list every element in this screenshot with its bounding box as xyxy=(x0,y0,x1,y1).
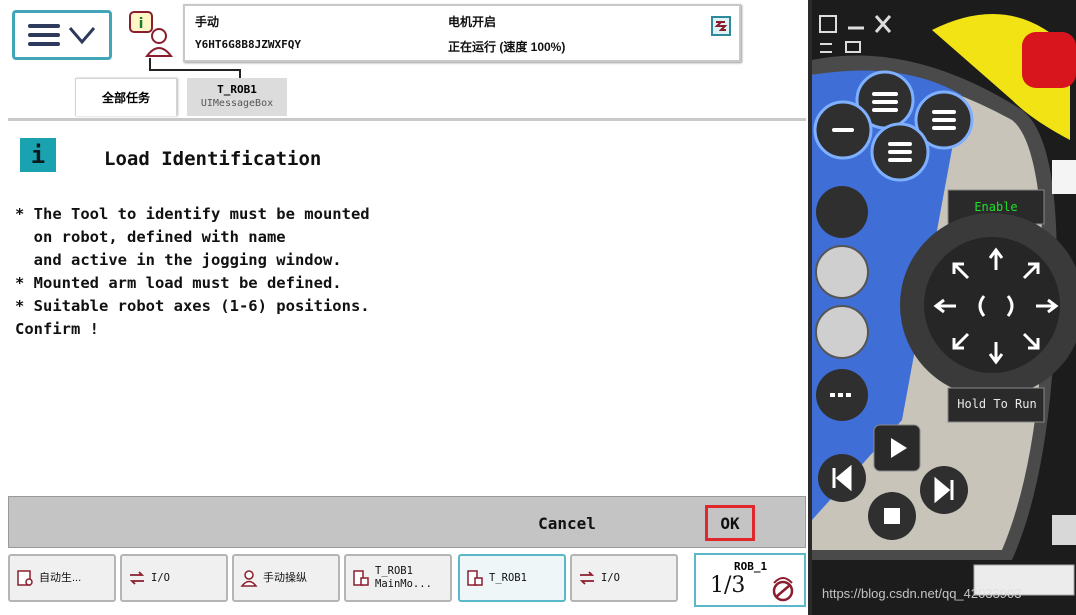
tab-t-rob1[interactable]: T_ROB1 UIMessageBox xyxy=(187,78,287,116)
message-title: Load Identification xyxy=(104,148,322,170)
emergency-stop-button[interactable] xyxy=(1022,32,1076,88)
taskbar-item-label: T_ROB1 MainMo... xyxy=(375,565,432,590)
taskbar-item-label: T_ROB1 xyxy=(489,571,527,584)
quickset-robot-button[interactable]: ROB_1 1/3 xyxy=(694,553,806,607)
stop-icon xyxy=(884,508,900,524)
taskbar-item-label: 手动操纵 xyxy=(263,571,307,584)
taskbar-item-label: 自动生... xyxy=(39,571,82,584)
menu-icon xyxy=(28,24,60,46)
program-editor-icon xyxy=(353,570,369,586)
controller-name: Y6HT6G8B8JZWXFQY xyxy=(195,38,301,51)
message-line: * Mounted arm load must be defined. xyxy=(15,274,342,292)
main-menu-button[interactable] xyxy=(12,10,112,60)
taskbar-item-auto-production[interactable]: 自动生... xyxy=(8,554,116,602)
taskbar-item-io[interactable]: I/O xyxy=(120,554,228,602)
jogging-icon xyxy=(240,570,258,587)
enable-label: Enable xyxy=(974,200,1018,214)
jog-lock-icon xyxy=(772,577,794,602)
message-line: on robot, defined with name xyxy=(15,228,286,246)
mechanical-unit-button[interactable] xyxy=(816,186,868,238)
program-editor-icon xyxy=(467,570,483,586)
tab-task-module: UIMessageBox xyxy=(200,98,274,109)
message-line: Confirm ! xyxy=(15,320,99,338)
message-box: i Load Identification * The Tool to iden… xyxy=(8,118,806,496)
taskbar-item-io-2[interactable]: I/O xyxy=(570,554,678,602)
close-screen-icon[interactable] xyxy=(711,16,731,36)
ok-button[interactable]: OK xyxy=(705,505,755,541)
message-line: and active in the jogging window. xyxy=(15,251,342,269)
axis-toggle-button[interactable] xyxy=(815,305,869,359)
tab-all-tasks[interactable]: 全部任务 xyxy=(75,78,177,116)
message-line: * The Tool to identify must be mounted xyxy=(15,205,370,223)
io-icon xyxy=(129,571,145,585)
taskbar-item-jogging[interactable]: 手动操纵 xyxy=(232,554,340,602)
message-line: * Suitable robot axes (1-6) positions. xyxy=(15,297,370,315)
flexpendant-screen: i 手动 Y6HT6G8B8JZWXFQY 电机开启 正在运行 (速度 100%… xyxy=(0,0,812,615)
event-log-icon[interactable]: i xyxy=(128,10,174,60)
task-tabs: 全部任务 T_ROB1 UIMessageBox xyxy=(75,78,287,118)
motor-state: 电机开启 xyxy=(448,15,497,29)
hold-to-run-label: Hold To Run xyxy=(957,397,1037,411)
tab-task-name: T_ROB1 xyxy=(217,83,257,96)
taskbar-item-program-editor-main[interactable]: T_ROB1 MainMo... xyxy=(344,554,452,602)
run-state: 正在运行 (速度 100%) xyxy=(448,40,566,54)
taskbar-item-label: I/O xyxy=(601,571,620,584)
taskbar: 自动生... I/O 手动操纵 T_ROB1 MainMo... T_ROB1 I… xyxy=(0,550,808,615)
taskbar-item-program-editor[interactable]: T_ROB1 xyxy=(458,554,566,602)
top-bar: i 手动 Y6HT6G8B8JZWXFQY 电机开启 正在运行 (速度 100%… xyxy=(0,0,808,78)
close-window-icon[interactable] xyxy=(874,15,892,33)
dialog-button-bar: Cancel OK xyxy=(8,496,806,548)
auto-production-icon xyxy=(17,570,33,586)
operating-mode: 手动 xyxy=(195,15,220,29)
info-icon: i xyxy=(20,138,56,172)
pendant-body-graphic xyxy=(812,14,1076,596)
robot-unit-label: ROB_1 xyxy=(734,560,768,573)
restore-window-icon[interactable] xyxy=(819,15,837,33)
message-body: * The Tool to identify must be mounted o… xyxy=(15,203,370,341)
chevron-down-icon xyxy=(68,27,96,45)
motion-mode-button[interactable] xyxy=(815,245,869,299)
swap-icon[interactable] xyxy=(820,43,832,53)
screenshot-icon[interactable] xyxy=(845,41,861,53)
watermark-text: https://blog.csdn.net/qq_42033903 xyxy=(822,586,1022,601)
task-fraction: 1/3 xyxy=(710,573,746,598)
cancel-button[interactable]: Cancel xyxy=(519,509,615,537)
taskbar-item-label: I/O xyxy=(151,571,170,584)
io-icon xyxy=(579,571,595,585)
svg-text:i: i xyxy=(139,16,144,32)
teach-pendant-hardware: Enable Hold To Run https://blog.csdn.net… xyxy=(812,0,1076,615)
status-panel: 手动 Y6HT6G8B8JZWXFQY 电机开启 正在运行 (速度 100%) xyxy=(183,4,741,62)
